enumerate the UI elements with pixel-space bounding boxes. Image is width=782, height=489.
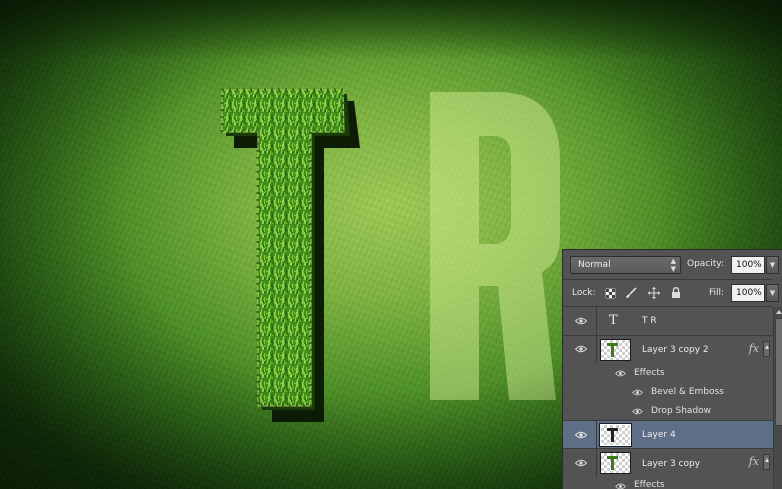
opacity-field[interactable]: 100%: [731, 256, 765, 274]
fill-field[interactable]: 100%: [731, 284, 765, 302]
select-arrows-icon: ▲ ▼: [670, 257, 676, 273]
effects-row[interactable]: Effects: [563, 477, 773, 489]
blend-mode-value: Normal: [578, 260, 611, 270]
effects-label: Effects: [634, 480, 665, 489]
collapse-effects-arrow-icon[interactable]: [763, 454, 770, 470]
layer-thumbnail: [600, 452, 631, 474]
row-divider: [596, 307, 597, 335]
layer-name: Layer 4: [642, 430, 676, 440]
collapse-effects-arrow-icon[interactable]: [763, 341, 770, 357]
divider: [563, 279, 773, 280]
opacity-dropdown-button[interactable]: ▼: [766, 256, 779, 274]
fx-icon[interactable]: fx: [749, 455, 759, 468]
layer-row-layer-3-copy[interactable]: Layer 3 copy fx: [563, 449, 773, 477]
visibility-eye-icon[interactable]: [615, 370, 626, 377]
lock-position-move-icon[interactable]: [648, 287, 660, 299]
visibility-eye-icon[interactable]: [575, 317, 587, 325]
layer-name: Layer 3 copy: [642, 459, 701, 469]
type-layer-icon: T: [609, 313, 618, 328]
effects-row[interactable]: Effects: [563, 364, 773, 383]
layer-thumbnail: [600, 339, 631, 361]
visibility-eye-icon[interactable]: [615, 483, 626, 489]
row-divider: [596, 421, 597, 448]
lock-transparent-pixels-icon[interactable]: [604, 287, 616, 299]
fill-dropdown-button[interactable]: ▼: [766, 284, 779, 302]
effect-row-drop-shadow[interactable]: Drop Shadow: [563, 402, 773, 421]
visibility-eye-icon[interactable]: [575, 431, 587, 439]
scrollbar-thumb[interactable]: [775, 318, 782, 426]
fill-label: Fill:: [709, 288, 725, 298]
layer-row-layer-4[interactable]: Layer 4: [563, 421, 773, 449]
effect-row-bevel-emboss[interactable]: Bevel & Emboss: [563, 383, 773, 402]
effect-label: Drop Shadow: [651, 406, 712, 416]
layer-row-tr[interactable]: T T R: [563, 307, 773, 336]
layer-thumbnail: [599, 423, 632, 447]
visibility-eye-icon[interactable]: [575, 459, 587, 467]
effect-label: Bevel & Emboss: [651, 387, 724, 397]
fx-icon[interactable]: fx: [749, 342, 759, 355]
layer-name: T R: [642, 316, 657, 326]
layers-scrollbar[interactable]: [773, 307, 782, 489]
lock-image-pixels-brush-icon[interactable]: [625, 287, 637, 299]
scroll-up-arrow-icon[interactable]: [775, 307, 782, 316]
layers-panel: Normal ▲ ▼ Opacity: 100% ▼ Lock: Fill: 10…: [562, 249, 782, 489]
visibility-eye-icon[interactable]: [575, 345, 587, 353]
visibility-eye-icon[interactable]: [632, 408, 643, 415]
lock-label: Lock:: [572, 288, 596, 298]
blend-mode-select[interactable]: Normal ▲ ▼: [570, 256, 681, 274]
row-divider: [596, 449, 597, 477]
effects-label: Effects: [634, 368, 665, 378]
layer-name: Layer 3 copy 2: [642, 345, 709, 355]
visibility-eye-icon[interactable]: [632, 389, 643, 396]
lock-all-padlock-icon[interactable]: [670, 287, 682, 299]
opacity-label: Opacity:: [687, 259, 724, 269]
row-divider: [596, 336, 597, 364]
layer-row-layer-3-copy-2[interactable]: Layer 3 copy 2 fx: [563, 336, 773, 364]
